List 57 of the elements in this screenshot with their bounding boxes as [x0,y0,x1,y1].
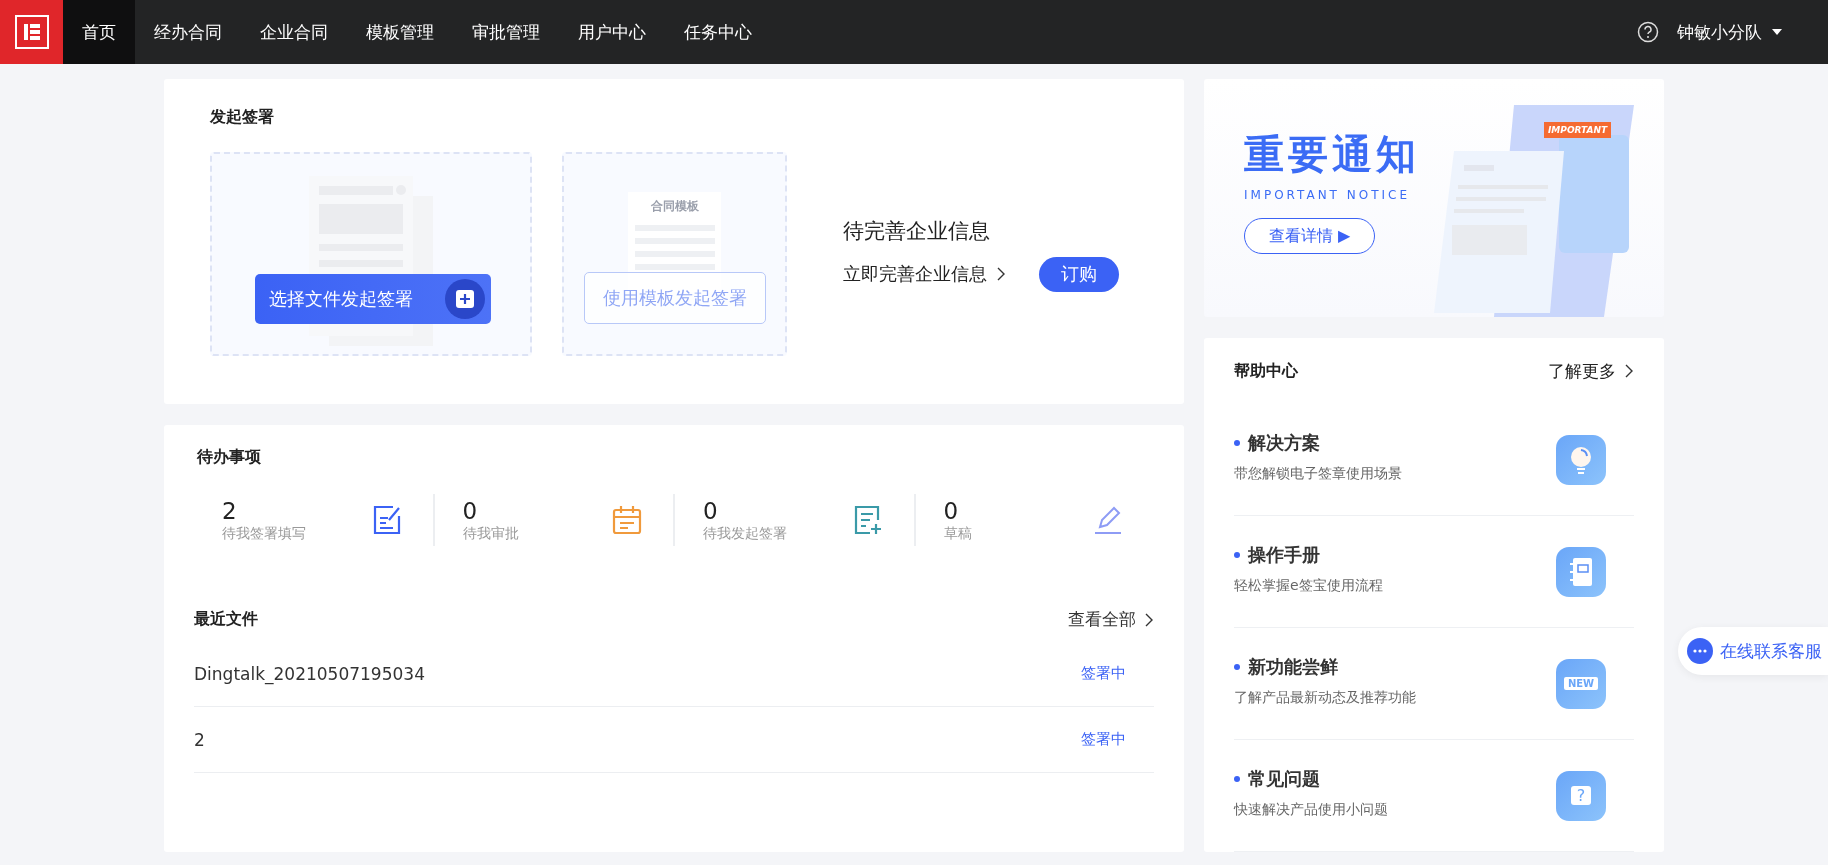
banner-title: 重要通知 [1244,130,1420,179]
help-icon[interactable] [1637,21,1659,43]
file-status[interactable]: 签署中 [1081,664,1126,683]
help-item-description: 带您解锁电子签章使用场景 [1234,464,1402,483]
complete-info-link[interactable]: 立即完善企业信息 [843,262,1006,286]
template-label: 合同模板 [650,198,699,215]
pending-title: 待完善企业信息 [843,217,991,245]
bullet-icon [1234,663,1240,670]
online-support-button[interactable]: 在线联系客服 [1678,627,1828,675]
nav-tab[interactable]: 审批管理 [453,0,559,64]
nav-tab[interactable]: 企业合同 [241,0,347,64]
nav-tab[interactable]: 首页 [63,0,135,64]
stat-count[interactable]: 0 [462,497,519,525]
chevron-right-icon [997,267,1006,281]
help-item-description: 快速解决产品使用小问题 [1234,800,1388,819]
view-details-button[interactable]: 查看详情 ▶ [1244,218,1375,254]
chat-bubble-icon [1686,637,1714,665]
order-button[interactable]: 订购 [1039,256,1119,292]
learn-more-link[interactable]: 了解更多 [1548,359,1634,383]
stat-count[interactable]: 0 [943,497,972,525]
card-title: 待办事项 [197,447,262,468]
nav-tab[interactable]: 模板管理 [347,0,453,64]
card-title: 发起签署 [210,107,275,128]
user-menu[interactable]: 钟敏小分队 [1677,20,1762,44]
help-item-title[interactable]: 常见问题 [1248,766,1320,791]
calendar-icon[interactable] [611,504,643,536]
file-status[interactable]: 签署中 [1081,730,1126,749]
bullet-icon [1234,551,1240,558]
help-item-description: 轻松掌握e签宝使用流程 [1234,576,1383,595]
help-item-title[interactable]: 操作手册 [1248,542,1320,567]
chevron-right-icon [1145,612,1154,627]
help-item-title[interactable]: 新功能尝鲜 [1248,654,1338,679]
stat-count[interactable]: 2 [222,497,306,525]
banner-subtitle: IMPORTANT NOTICE [1244,188,1412,202]
nav-tab[interactable]: 任务中心 [665,0,771,64]
section-title: 最近文件 [194,609,258,630]
notice-banner[interactable]: 重要通知 IMPORTANT NOTICE 查看详情 ▶ IMPORTANT [1204,79,1664,317]
card-title: 帮助中心 [1234,360,1298,382]
bullet-icon [1234,775,1240,782]
view-all-link[interactable]: 查看全部 [1068,608,1154,631]
stat-count[interactable]: 0 [703,497,787,525]
caret-icon[interactable] [1772,29,1782,35]
nav-tab[interactable]: 用户中心 [559,0,665,64]
plus-icon [445,279,485,319]
select-file-button[interactable]: 选择文件发起签署 [255,274,491,324]
help-item-description: 了解产品最新动态及推荐功能 [1234,688,1416,707]
notebook-icon[interactable] [1556,546,1606,597]
help-item-title[interactable]: 解决方案 [1248,430,1320,455]
file-name[interactable]: 2 [194,729,205,750]
lightbulb-icon[interactable] [1556,434,1606,485]
important-tag: IMPORTANT [1544,122,1612,138]
chevron-right-icon [1625,364,1634,378]
logo-icon[interactable] [0,0,63,64]
pencil-icon[interactable] [1092,504,1124,536]
bullet-icon [1234,439,1240,446]
nav-tab[interactable]: 经办合同 [135,0,241,64]
file-name[interactable]: Dingtalk_20210507195034 [194,663,425,684]
